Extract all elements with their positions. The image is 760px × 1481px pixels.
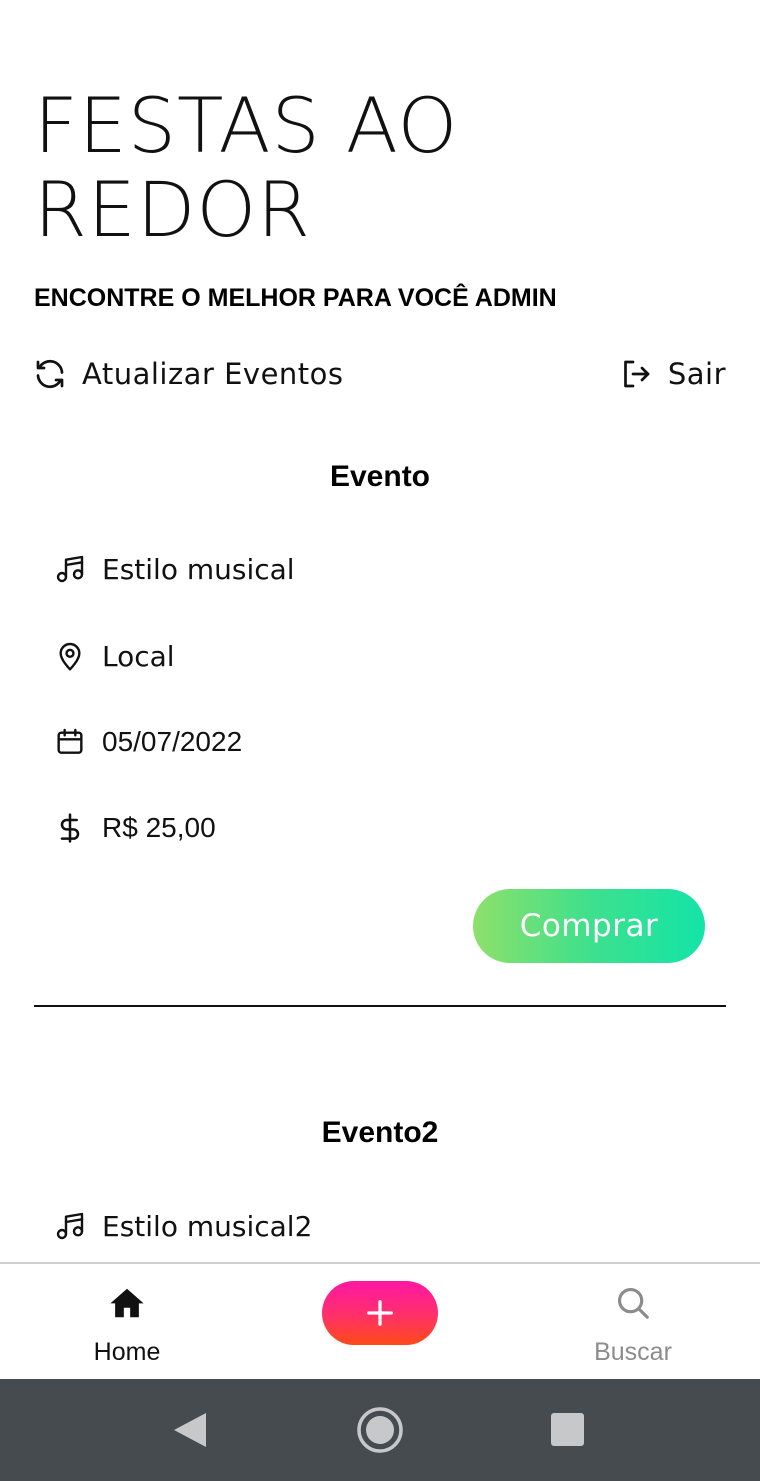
event-title: Evento2 [321,1116,439,1149]
refresh-events-label: Atualizar Eventos [82,357,344,391]
tab-home-label: Home [93,1338,161,1366]
music-note-icon [56,555,84,583]
tab-home[interactable]: Home [27,1264,227,1379]
dollar-icon [60,813,80,843]
event-date: 05/07/2022 [54,722,242,762]
event-music-style-value: Estilo musical2 [102,1209,313,1243]
music-note-icon [56,1212,84,1240]
event-price-value: R$ 25,00 [102,812,216,843]
buy-button[interactable]: Comprar [473,889,705,963]
event-title: Evento [329,460,431,493]
event-music-style: Estilo musical2 [54,1206,312,1246]
event-music-style: Estilo musical [54,549,295,589]
map-pin-icon [59,642,81,671]
bottom-tab-bar: Home Buscar [0,1262,760,1379]
event-price: R$ 25,00 [54,808,216,848]
refresh-events-button[interactable]: Atualizar Eventos [32,352,344,396]
event-date-value: 05/07/2022 [102,726,243,757]
system-navigation-bar [0,1379,760,1481]
plus-icon [367,1300,393,1326]
add-event-button[interactable] [322,1281,438,1345]
refresh-icon [36,360,64,388]
event-music-style-value: Estilo musical [102,552,295,586]
screen-content: FESTAS AO REDOR ENCONTRE O MELHOR PARA V… [0,0,760,1262]
home-icon [110,1288,144,1318]
event-location-value: Local [102,639,175,673]
back-icon[interactable] [172,1411,208,1449]
page-title: FESTAS AO REDOR [34,81,459,254]
event-divider [34,1005,726,1007]
page-subtitle: ENCONTRE O MELHOR PARA VOCÊ ADMIN [34,284,557,312]
logout-label: Sair [667,357,726,391]
search-icon [617,1287,649,1319]
event-location: Local [54,636,175,676]
logout-button[interactable]: Sair [618,352,726,396]
tab-search[interactable]: Buscar [533,1264,733,1379]
tab-search-label: Buscar [594,1338,672,1366]
calendar-icon [57,728,83,754]
home-circle-icon[interactable] [356,1406,404,1454]
recent-apps-icon[interactable] [551,1413,584,1446]
logout-icon [623,360,650,388]
